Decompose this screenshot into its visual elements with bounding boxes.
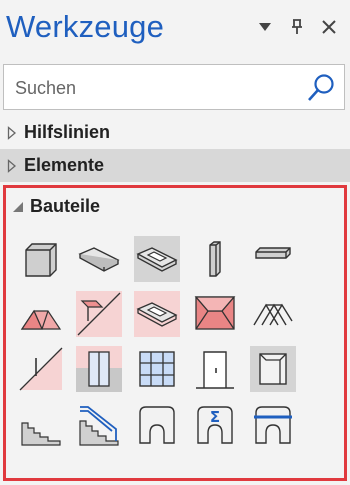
category-bauteile-section: Bauteile Σ: [3, 185, 347, 481]
category-label: Bauteile: [30, 196, 101, 216]
slab-opening-icon[interactable]: [134, 236, 180, 282]
expand-arrow-icon: [0, 125, 24, 140]
tool-grid: Σ: [18, 236, 308, 456]
lintel-opening-icon[interactable]: [250, 401, 296, 447]
arch-opening-icon[interactable]: [134, 401, 180, 447]
stair-railing-icon[interactable]: [76, 401, 122, 447]
search-icon[interactable]: [306, 73, 336, 103]
collapse-arrow-icon: [13, 201, 23, 212]
sum-opening-icon[interactable]: Σ: [192, 401, 238, 447]
roof-opening-icon[interactable]: [134, 291, 180, 337]
curtain-wall-icon[interactable]: [134, 346, 180, 392]
svg-text:Σ: Σ: [210, 408, 220, 426]
truss-icon[interactable]: [250, 291, 296, 337]
hip-roof-icon[interactable]: [192, 291, 238, 337]
category-bauteile[interactable]: Bauteile: [12, 196, 100, 217]
stairs-icon[interactable]: [18, 401, 64, 447]
dropdown-arrow-icon[interactable]: [256, 18, 274, 36]
expand-arrow-icon: [0, 158, 24, 173]
window-icon[interactable]: [76, 346, 122, 392]
category-hilfslinien[interactable]: Hilfslinien: [0, 116, 350, 149]
door-icon[interactable]: [192, 346, 238, 392]
beam-icon[interactable]: [250, 236, 296, 282]
panel-title: Werkzeuge: [6, 9, 165, 44]
slab-icon[interactable]: [76, 236, 122, 282]
pin-icon[interactable]: [288, 18, 306, 36]
column-icon[interactable]: [192, 236, 238, 282]
search-box: [3, 64, 345, 110]
search-input[interactable]: [13, 75, 307, 101]
category-elemente[interactable]: Elemente: [0, 149, 350, 182]
category-label: Hilfslinien: [24, 122, 111, 142]
cube-block-icon[interactable]: [18, 236, 64, 282]
panel-header-controls: [256, 18, 338, 36]
roof-icon[interactable]: [18, 291, 64, 337]
niche-icon[interactable]: [250, 346, 296, 392]
roof-slab-icon[interactable]: [76, 291, 122, 337]
diagonal-wall-icon[interactable]: [18, 346, 64, 392]
category-label: Elemente: [24, 155, 105, 175]
close-icon[interactable]: [320, 18, 338, 36]
